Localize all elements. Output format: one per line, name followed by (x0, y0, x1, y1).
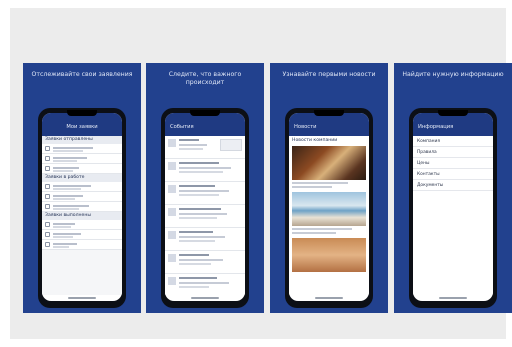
panel-caption: Найдите нужную информацию (402, 71, 504, 78)
phone-screen: События (165, 113, 245, 301)
ticket-icon (45, 232, 50, 237)
home-indicator (439, 297, 467, 299)
list-item[interactable] (42, 144, 122, 154)
phone-frame: Мои заявки Заявки отправлены Заявки в ра… (38, 108, 126, 308)
section-header: Заявки в работе (42, 174, 122, 182)
phone-notch (190, 110, 220, 116)
news-section-header: Новости компании (289, 136, 369, 146)
info-list: Компания Правила Цены Контакты Документы (413, 136, 493, 295)
list-item[interactable] (42, 182, 122, 192)
calendar-icon (168, 277, 176, 285)
phone-screen: Мои заявки Заявки отправлены Заявки в ра… (42, 113, 122, 301)
phone-notch (438, 110, 468, 116)
navigation-bar: Мои заявки (42, 113, 122, 136)
home-indicator (68, 297, 96, 299)
list-item[interactable] (42, 154, 122, 164)
calendar-icon (168, 139, 176, 147)
news-image[interactable] (292, 238, 366, 272)
phone-screen: Новости Новости компании (289, 113, 369, 301)
ticket-icon (45, 156, 50, 161)
ticket-icon (45, 146, 50, 151)
home-indicator (315, 297, 343, 299)
calendar-icon (168, 208, 176, 216)
section-header: Заявки выполнены (42, 212, 122, 220)
news-image[interactable] (292, 146, 366, 180)
list-item[interactable] (42, 220, 122, 230)
list-item[interactable]: Цены (413, 158, 493, 169)
screenshot-panel-news: Узнавайте первыми новости Новости Новост… (270, 63, 388, 313)
screenshot-panel-events: Следите, что важного происходит События (146, 63, 264, 313)
screenshot-panel-tickets: Отслеживайте свои заявления Мои заявки З… (23, 63, 141, 313)
news-image[interactable] (292, 192, 366, 226)
list-item[interactable] (165, 136, 245, 159)
screenshot-panel-info: Найдите нужную информацию Информация Ком… (394, 63, 512, 313)
list-item[interactable] (42, 164, 122, 174)
list-item[interactable] (42, 192, 122, 202)
calendar-icon (168, 254, 176, 262)
ticket-icon (45, 204, 50, 209)
list-item[interactable] (165, 274, 245, 295)
calendar-icon (168, 162, 176, 170)
list-item[interactable] (42, 230, 122, 240)
calendar-icon (168, 231, 176, 239)
phone-screen: Информация Компания Правила Цены Контакт… (413, 113, 493, 301)
list-item[interactable] (42, 240, 122, 250)
event-thumbnail (220, 139, 242, 151)
list-item[interactable] (165, 159, 245, 182)
section-header: Заявки отправлены (42, 136, 122, 144)
phone-notch (67, 110, 97, 116)
news-feed: Новости компании (289, 136, 369, 295)
list-item[interactable] (42, 202, 122, 212)
screen-title: Новости (294, 124, 317, 130)
list-item[interactable] (165, 228, 245, 251)
list-item[interactable]: Контакты (413, 169, 493, 180)
screen-title: События (170, 124, 194, 130)
screen-title: Информация (418, 124, 454, 130)
panel-caption: Отслеживайте свои заявления (31, 71, 133, 78)
list-item[interactable]: Компания (413, 136, 493, 147)
phone-frame: Новости Новости компании (285, 108, 373, 308)
panel-caption: Узнавайте первыми новости (282, 71, 376, 78)
phone-frame: События (161, 108, 249, 308)
events-list (165, 136, 245, 295)
phone-notch (314, 110, 344, 116)
ticket-icon (45, 194, 50, 199)
ticket-icon (45, 184, 50, 189)
ticket-icon (45, 166, 50, 171)
ticket-icon (45, 222, 50, 227)
list-item[interactable] (165, 182, 245, 205)
phone-frame: Информация Компания Правила Цены Контакт… (409, 108, 497, 308)
list-item[interactable]: Документы (413, 180, 493, 191)
panel-caption: Следите, что важного происходит (168, 71, 242, 86)
list-item[interactable]: Правила (413, 147, 493, 158)
navigation-bar: События (165, 113, 245, 136)
screen-title: Мои заявки (66, 124, 98, 130)
ticket-icon (45, 242, 50, 247)
navigation-bar: Новости (289, 113, 369, 136)
tickets-list: Заявки отправлены Заявки в работе Заявки… (42, 136, 122, 295)
calendar-icon (168, 185, 176, 193)
list-item[interactable] (165, 205, 245, 228)
navigation-bar: Информация (413, 113, 493, 136)
list-item[interactable] (165, 251, 245, 274)
home-indicator (191, 297, 219, 299)
